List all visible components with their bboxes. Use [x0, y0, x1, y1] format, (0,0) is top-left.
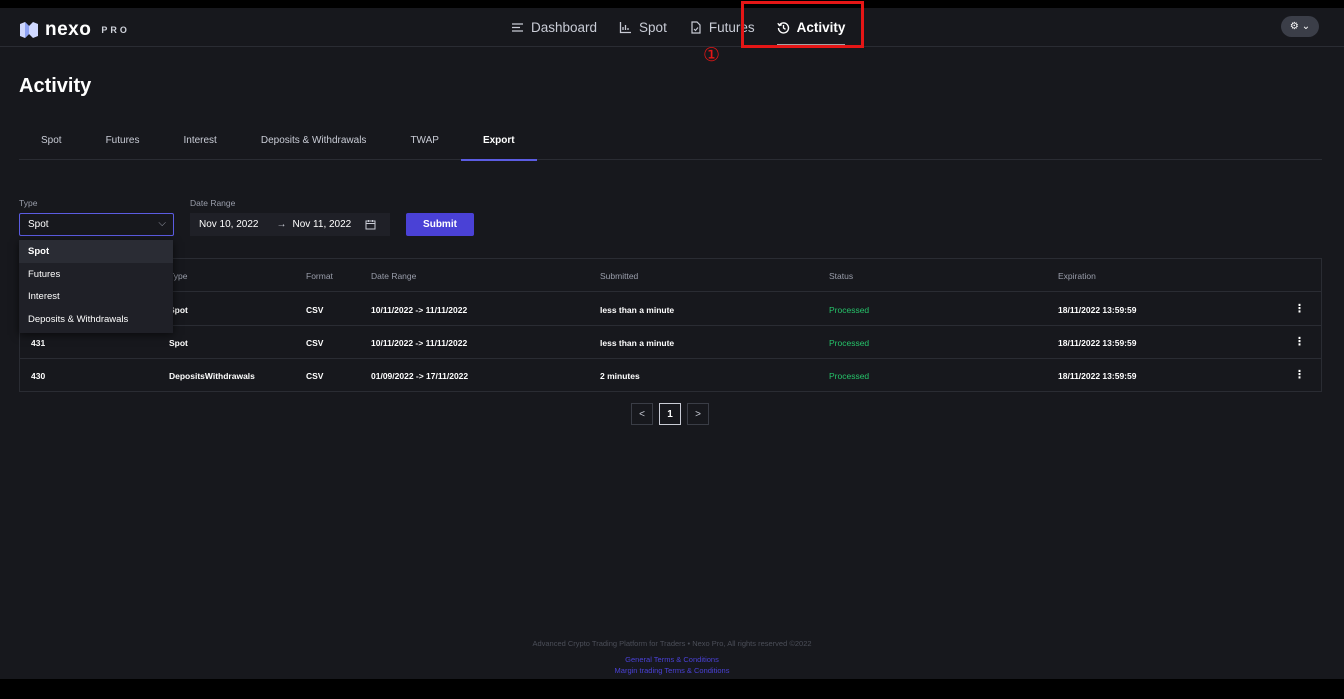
row-submitted: less than a minute: [600, 338, 675, 348]
row-status: Processed: [829, 305, 870, 315]
row-format: CSV: [306, 371, 324, 381]
row-format: CSV: [306, 305, 324, 315]
table-row[interactable]: 430 DepositsWithdrawals CSV 01/09/2022 -…: [20, 359, 1321, 392]
type-select[interactable]: Spot ⌵: [19, 213, 174, 236]
app-window: nexo PRO Dashboard Spot Futures Activity…: [0, 1, 1344, 679]
gear-icon: ⚙: [1289, 21, 1299, 32]
row-date-range: 01/09/2022 -> 17/11/2022: [371, 371, 469, 381]
type-select-value: Spot: [28, 219, 49, 230]
tab-interest[interactable]: Interest: [161, 128, 238, 160]
row-status: Processed: [829, 371, 870, 381]
exports-table: Type Format Date Range Submitted Status …: [19, 258, 1322, 392]
header-format: Format: [306, 271, 333, 281]
row-format: CSV: [306, 338, 324, 348]
header-expiration: Expiration: [1058, 271, 1096, 281]
row-date-range: 10/11/2022 -> 11/11/2022: [371, 305, 468, 315]
date-to[interactable]: Nov 11, 2022: [293, 219, 352, 230]
more-options-icon[interactable]: ⋮: [1294, 368, 1305, 381]
arrow-right-icon: →: [276, 219, 287, 230]
chart-icon: [619, 21, 632, 33]
pagination: < 1 >: [631, 403, 709, 425]
brand-name: nexo: [45, 19, 92, 40]
header-submitted: Submitted: [600, 271, 639, 281]
more-options-icon[interactable]: ⋮: [1294, 302, 1305, 315]
submit-button[interactable]: Submit: [406, 213, 474, 236]
date-range-picker[interactable]: Nov 10, 2022 → Nov 11, 2022: [190, 213, 390, 236]
menu-lines-icon: [512, 22, 523, 32]
nav-spot-label: Spot: [639, 19, 667, 35]
dropdown-option-interest[interactable]: Interest: [19, 285, 173, 308]
pagination-page-button[interactable]: 1: [659, 403, 681, 425]
type-label: Type: [19, 198, 38, 208]
tab-export[interactable]: Export: [460, 128, 537, 161]
row-expiration: 18/11/2022 13:59:59: [1058, 338, 1137, 348]
more-options-icon[interactable]: ⋮: [1294, 335, 1305, 348]
nav-dashboard[interactable]: Dashboard: [511, 17, 597, 37]
nav-spot[interactable]: Spot: [619, 17, 667, 37]
row-expiration: 18/11/2022 13:59:59: [1058, 371, 1137, 381]
dropdown-option-spot[interactable]: Spot: [19, 240, 173, 263]
brand-suffix: PRO: [101, 25, 130, 35]
row-id: 430: [31, 371, 46, 381]
tab-futures[interactable]: Futures: [84, 128, 162, 160]
row-submitted: less than a minute: [600, 305, 675, 315]
footer-copyright: Advanced Crypto Trading Platform for Tra…: [532, 639, 812, 648]
footer-link-general-terms[interactable]: General Terms & Conditions: [0, 655, 1344, 664]
footer-link-margin-terms[interactable]: Margin trading Terms & Conditions: [0, 666, 1344, 675]
header-date-range: Date Range: [371, 271, 417, 281]
activity-tabs: Spot Futures Interest Deposits & Withdra…: [19, 128, 1322, 161]
type-dropdown-menu: Spot Futures Interest Deposits & Withdra…: [19, 240, 173, 333]
row-id: 431: [31, 338, 46, 348]
tab-deposits-withdrawals[interactable]: Deposits & Withdrawals: [239, 128, 389, 160]
table-row[interactable]: Spot CSV 10/11/2022 -> 11/11/2022 less t…: [20, 293, 1321, 326]
row-submitted: 2 minutes: [600, 371, 640, 381]
calendar-icon[interactable]: [365, 219, 376, 230]
tab-twap[interactable]: TWAP: [388, 128, 461, 160]
header-status: Status: [829, 271, 854, 281]
table-row[interactable]: 431 Spot CSV 10/11/2022 -> 11/11/2022 le…: [20, 326, 1321, 359]
row-date-range: 10/11/2022 -> 11/11/2022: [371, 338, 468, 348]
annotation-highlight-box: [741, 1, 864, 48]
pagination-prev-button[interactable]: <: [631, 403, 653, 425]
row-type: Spot: [169, 338, 188, 348]
chevron-down-icon: ⌵: [158, 218, 166, 229]
page-title: Activity: [19, 75, 92, 97]
chevron-down-icon: ⌄: [1301, 21, 1311, 32]
table-header: Type Format Date Range Submitted Status …: [20, 259, 1321, 292]
dropdown-option-futures[interactable]: Futures: [19, 263, 173, 286]
date-range-label: Date Range: [190, 198, 236, 208]
document-icon: [691, 20, 701, 34]
settings-button[interactable]: ⚙ ⌄: [1281, 16, 1319, 37]
nexo-logo-icon: [20, 22, 38, 38]
date-from[interactable]: Nov 10, 2022: [199, 219, 259, 230]
nav-dashboard-label: Dashboard: [531, 19, 598, 35]
tab-spot[interactable]: Spot: [19, 128, 84, 160]
dropdown-option-deposits-withdrawals[interactable]: Deposits & Withdrawals: [19, 308, 173, 331]
row-expiration: 18/11/2022 13:59:59: [1058, 305, 1137, 315]
top-bar: nexo PRO Dashboard Spot Futures Activity…: [0, 1, 1344, 66]
nexo-logo[interactable]: nexo PRO: [19, 19, 130, 41]
pagination-next-button[interactable]: >: [687, 403, 709, 425]
row-type: DepositsWithdrawals: [169, 371, 255, 381]
annotation-number: ①: [703, 44, 721, 66]
row-status: Processed: [829, 338, 870, 348]
